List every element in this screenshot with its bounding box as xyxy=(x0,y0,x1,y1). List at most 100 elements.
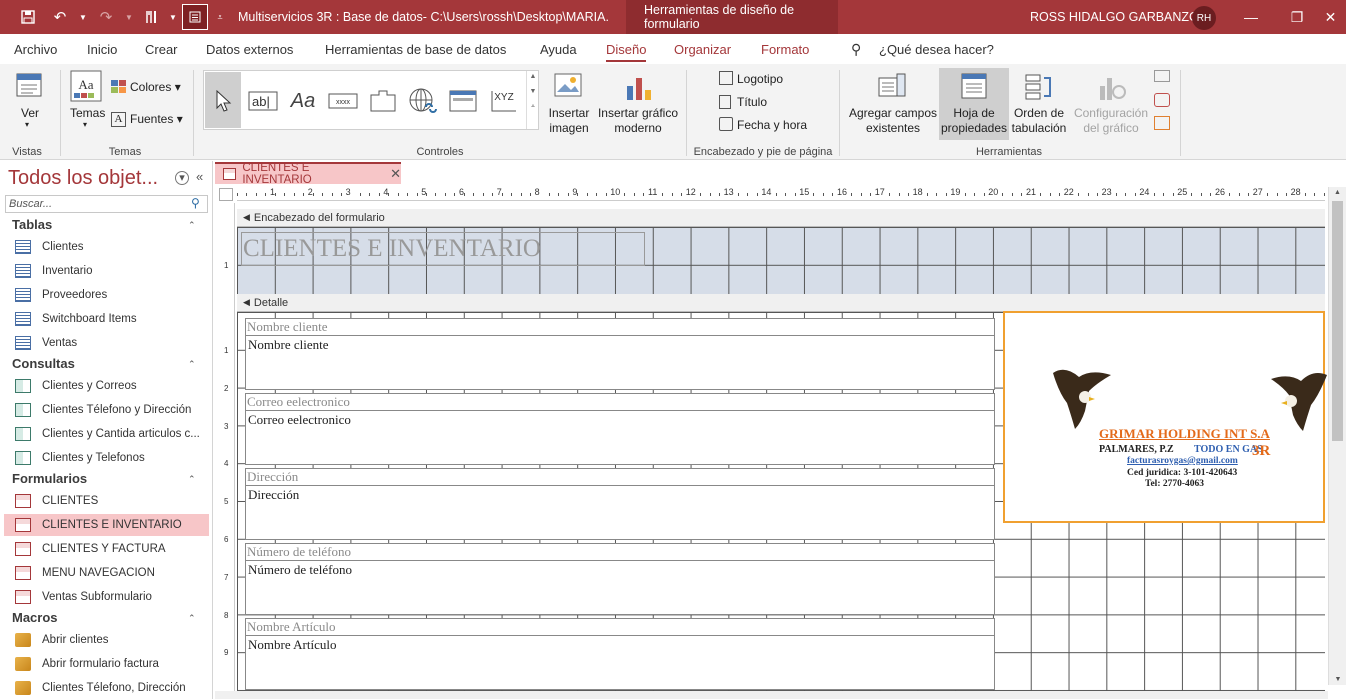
field-textbox[interactable]: Nombre Artículo xyxy=(245,636,995,690)
label-control-icon[interactable]: Aa xyxy=(287,85,319,117)
tools-dropdown-icon[interactable]: ▼ xyxy=(168,0,178,34)
form-selector[interactable] xyxy=(219,188,233,201)
document-tab[interactable]: CLIENTES E INVENTARIO ✕ xyxy=(215,162,401,186)
field-label[interactable]: Nombre Artículo xyxy=(245,618,995,636)
property-sheet-button[interactable]: Hoja de propiedades xyxy=(940,106,1008,136)
company-logo-image[interactable]: GRIMAR HOLDING INT S.A PALMARES, P.Z TOD… xyxy=(1003,311,1327,523)
tab-datos-externos[interactable]: Datos externos xyxy=(206,42,293,57)
view-button[interactable]: Ver xyxy=(21,106,39,120)
vertical-scrollbar[interactable]: ▲ ▼ xyxy=(1328,187,1346,685)
nav-pane-title[interactable]: Todos los objet... xyxy=(8,167,158,190)
select-pointer-icon[interactable] xyxy=(208,85,240,117)
form-view-icon[interactable] xyxy=(182,4,208,30)
insert-chart-button[interactable]: Insertar gráfico moderno xyxy=(597,106,679,136)
scroll-down-icon[interactable]: ▼ xyxy=(1329,676,1346,683)
tab-control-icon[interactable] xyxy=(367,85,399,117)
nav-item[interactable]: MENÚ NAVEGACIÓN xyxy=(4,562,209,584)
tab-herramientas-bd[interactable]: Herramientas de base de datos xyxy=(325,42,506,57)
datetime-button[interactable]: Fecha y hora xyxy=(737,118,807,132)
nav-item[interactable]: Clientes y Telefonos xyxy=(4,447,209,469)
subform-icon[interactable] xyxy=(1154,70,1170,82)
datetime-icon[interactable] xyxy=(719,117,733,131)
nav-search-input[interactable]: Buscar... xyxy=(5,195,208,213)
tell-me-input[interactable]: ¿Qué desea hacer? xyxy=(879,42,994,57)
nav-menu-dropdown-icon[interactable]: ▾ xyxy=(175,171,189,185)
nav-item[interactable]: Clientes y Cantida articulos c... xyxy=(4,423,209,445)
nav-section-header[interactable]: Consultas xyxy=(12,356,75,371)
tab-order-button[interactable]: Orden de tabulación xyxy=(1008,106,1070,136)
gallery-down-icon[interactable]: ▼ xyxy=(527,88,539,95)
field-textbox[interactable]: Correo eelectronico xyxy=(245,411,995,465)
nav-item[interactable]: Proveedores xyxy=(4,284,209,306)
tab-order-icon[interactable] xyxy=(1024,72,1054,105)
nav-item[interactable]: Clientes xyxy=(4,236,209,258)
convert-macros-icon[interactable] xyxy=(1154,116,1170,130)
tab-archivo[interactable]: Archivo xyxy=(14,42,57,57)
detail-section-bar[interactable]: ◀ Detalle xyxy=(237,294,1325,312)
title-icon[interactable] xyxy=(719,95,731,109)
restore-icon[interactable]: ❐ xyxy=(1274,0,1320,34)
themes-icon[interactable]: Aa xyxy=(70,70,102,105)
field-label[interactable]: Nombre cliente xyxy=(245,318,995,336)
customize-qat-icon[interactable]: ⩡ xyxy=(212,0,228,34)
avatar[interactable]: RH xyxy=(1192,6,1216,30)
property-sheet-icon[interactable] xyxy=(960,72,988,103)
tab-diseno[interactable]: Diseño xyxy=(606,42,647,62)
nav-section-header[interactable]: Tablas xyxy=(12,217,52,232)
form-header-section-bar[interactable]: ◀ Encabezado del formulario xyxy=(237,209,1325,227)
button-control-icon[interactable]: xxxx xyxy=(327,85,359,117)
tools-icon[interactable] xyxy=(136,0,168,34)
undo-icon[interactable]: ↶ xyxy=(44,0,76,34)
insert-image-button[interactable]: Insertar imagen xyxy=(544,106,594,136)
lightbulb-search-icon[interactable]: ⚲ xyxy=(851,41,861,58)
logo-icon[interactable] xyxy=(719,71,733,85)
nav-item[interactable]: Inventario xyxy=(4,260,209,282)
nav-item[interactable]: Clientes Télefono y Dirección xyxy=(4,399,209,421)
nav-section-header[interactable]: Formularios xyxy=(12,471,87,486)
collapse-section-icon[interactable]: ⌃ xyxy=(188,220,196,231)
gallery-scroll[interactable]: ▲ ▼ ⩡ xyxy=(526,71,539,129)
fonts-button[interactable]: Fuentes ▾ xyxy=(130,112,183,126)
code-view-icon[interactable] xyxy=(1154,93,1170,107)
chart-control-icon[interactable]: XYZ xyxy=(487,85,519,117)
undo-dropdown-icon[interactable]: ▼ xyxy=(76,0,90,34)
minimize-icon[interactable]: — xyxy=(1228,0,1274,34)
nav-item[interactable]: CLIENTES E INVENTARIO xyxy=(4,514,209,536)
logo-button[interactable]: Logotipo xyxy=(737,72,783,86)
nav-item[interactable]: Ventas Subformulario xyxy=(4,586,209,608)
nav-item[interactable]: Abrir formulario factura xyxy=(4,653,209,675)
view-dropdown-icon[interactable]: ▾ xyxy=(25,120,29,129)
add-fields-icon[interactable] xyxy=(877,72,907,103)
close-tab-icon[interactable]: ✕ xyxy=(390,166,401,182)
insert-image-icon[interactable] xyxy=(553,72,583,103)
scroll-up-icon[interactable]: ▲ xyxy=(1329,189,1346,196)
themes-dropdown-icon[interactable]: ▾ xyxy=(83,120,87,129)
textbox-control-icon[interactable]: ab| xyxy=(247,85,279,117)
gallery-up-icon[interactable]: ▲ xyxy=(527,73,539,80)
field-textbox[interactable]: Nombre cliente xyxy=(245,336,995,390)
field-textbox[interactable]: Número de teléfono xyxy=(245,561,995,615)
nav-section-header[interactable]: Macros xyxy=(12,610,58,625)
search-icon[interactable]: ⚲ xyxy=(191,196,200,210)
scroll-thumb[interactable] xyxy=(1332,201,1343,441)
collapse-section-icon[interactable]: ⌃ xyxy=(188,359,196,370)
user-name[interactable]: ROSS HIDALGO GARBANZO xyxy=(1030,10,1199,24)
save-icon[interactable] xyxy=(12,0,44,34)
field-textbox[interactable]: Dirección xyxy=(245,486,995,540)
gallery-more-icon[interactable]: ⩡ xyxy=(527,103,539,111)
font-icon[interactable]: A xyxy=(111,112,126,127)
tab-organizar[interactable]: Organizar xyxy=(674,42,731,57)
collapse-section-icon[interactable]: ⌃ xyxy=(188,474,196,485)
themes-button[interactable]: Temas xyxy=(70,106,105,120)
title-button[interactable]: Título xyxy=(737,95,767,109)
view-icon[interactable] xyxy=(15,72,43,103)
nav-item[interactable]: Switchboard Items xyxy=(4,308,209,330)
nav-item[interactable]: CLIENTES xyxy=(4,490,209,512)
nav-item[interactable]: Clientes Télefono, Dirección xyxy=(4,677,209,699)
nav-item[interactable]: Ventas xyxy=(4,332,209,354)
field-label[interactable]: Correo eelectronico xyxy=(245,393,995,411)
nav-item[interactable]: Abrir clientes xyxy=(4,629,209,651)
tab-ayuda[interactable]: Ayuda xyxy=(540,42,577,57)
close-window-icon[interactable]: ✕ xyxy=(1315,0,1346,34)
nav-item[interactable]: Clientes y Correos xyxy=(4,375,209,397)
